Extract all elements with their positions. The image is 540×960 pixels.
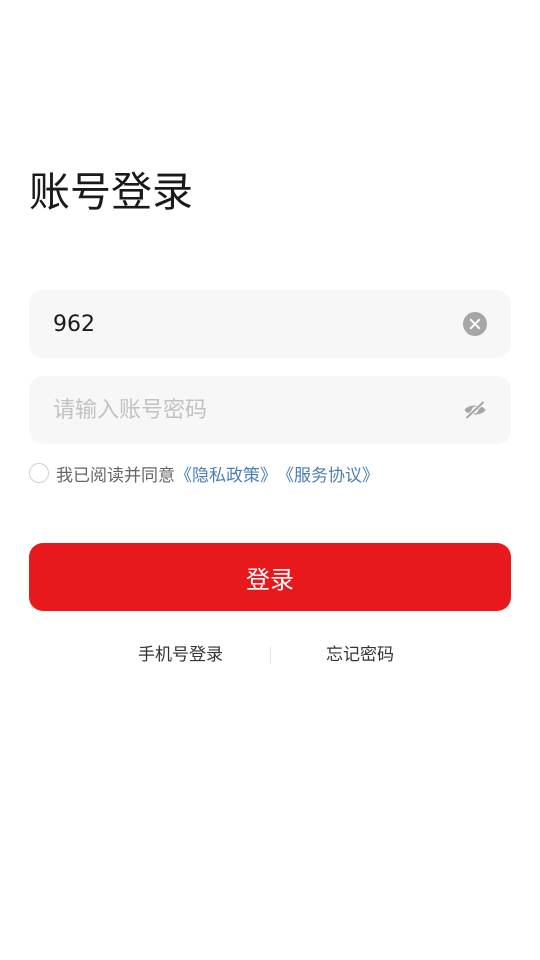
agreement-text: 我已阅读并同意 (56, 465, 175, 486)
password-field (29, 376, 511, 444)
clear-icon[interactable] (463, 312, 487, 336)
account-input[interactable] (53, 290, 453, 358)
forgot-password-link[interactable]: 忘记密码 (326, 641, 394, 669)
eye-off-icon[interactable] (463, 398, 487, 422)
service-agreement-link[interactable]: 《服务协议》 (277, 461, 379, 486)
account-field (29, 290, 511, 358)
phone-login-link[interactable]: 手机号登录 (138, 641, 223, 669)
password-input[interactable] (53, 376, 453, 444)
page-title: 账号登录 (29, 168, 193, 216)
privacy-policy-link[interactable]: 《隐私政策》 (175, 461, 277, 486)
agreement-checkbox[interactable] (29, 463, 49, 483)
login-button[interactable]: 登录 (29, 543, 511, 611)
agreement-row: 我已阅读并同意 《隐私政策》 《服务协议》 (29, 461, 379, 486)
footer-divider (270, 646, 271, 664)
